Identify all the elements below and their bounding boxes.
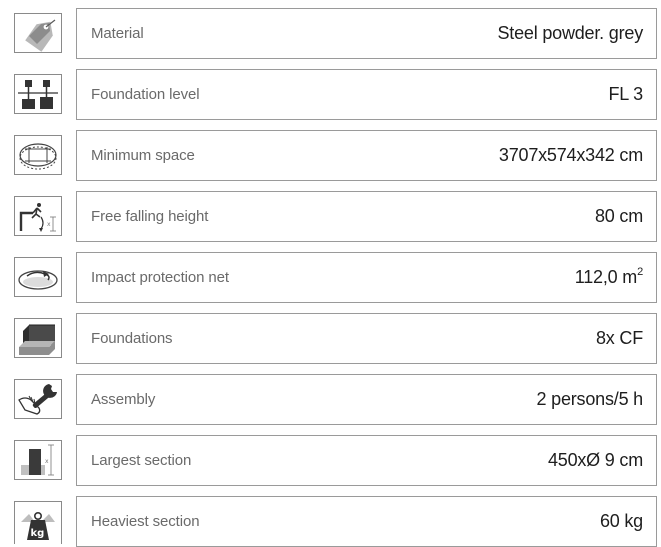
spec-row-impact-protection-net: Impact protection net 112,0 m2 (0, 252, 661, 303)
largest-section-icon: x (14, 440, 62, 480)
svg-text:kg: kg (31, 528, 45, 539)
spec-row-free-falling-height: x Free falling height 80 cm (0, 191, 661, 242)
spec-row-assembly: Assembly 2 persons/5 h (0, 374, 661, 425)
minimum-space-icon (14, 135, 62, 175)
spec-row-material: Material Steel powder. grey (0, 8, 661, 59)
impact-net-icon (14, 257, 62, 297)
spec-label: Minimum space (91, 147, 195, 164)
kg-weight-icon: kg (14, 501, 62, 544)
spec-value-box: Largest section 450xØ 9 cm (76, 435, 657, 486)
spec-value: 450xØ 9 cm (547, 450, 643, 470)
spec-value-box: Impact protection net 112,0 m2 (76, 252, 657, 303)
spec-label: Foundations (91, 330, 173, 347)
falling-height-icon: x (14, 196, 62, 236)
spec-value-box: Heaviest section 60 kg (76, 496, 657, 547)
spec-value-box: Assembly 2 persons/5 h (76, 374, 657, 425)
spec-value-box: Minimum space 3707x574x342 cm (76, 130, 657, 181)
spec-value: 8x CF (595, 328, 643, 348)
spec-label: Impact protection net (91, 269, 229, 286)
spec-row-heaviest-section: kg Heaviest section 60 kg (0, 496, 661, 547)
spec-row-minimum-space: Minimum space 3707x574x342 cm (0, 130, 661, 181)
spec-label: Largest section (91, 452, 192, 469)
foundation-level-icon (14, 74, 62, 114)
foundation-block-icon (14, 318, 62, 358)
spec-value: 112,0 m2 (574, 266, 643, 288)
spec-label: Free falling height (91, 208, 209, 225)
spec-row-largest-section: x Largest section 450xØ 9 cm (0, 435, 661, 486)
spec-value: 3707x574x342 cm (498, 145, 643, 165)
svg-text:x: x (47, 221, 51, 228)
spec-row-foundation-level: Foundation level FL 3 (0, 69, 661, 120)
spec-value-box: Material Steel powder. grey (76, 8, 657, 59)
spec-label: Material (91, 25, 144, 42)
assembly-wrench-icon (14, 379, 62, 419)
spec-label: Foundation level (91, 86, 200, 103)
spec-value-box: Foundation level FL 3 (76, 69, 657, 120)
spec-value: Steel powder. grey (497, 23, 644, 43)
svg-text:x: x (45, 458, 49, 465)
spec-value: 2 persons/5 h (536, 389, 644, 409)
spec-value: FL 3 (608, 84, 643, 104)
unit-superscript: 2 (637, 266, 643, 278)
spec-value-box: Free falling height 80 cm (76, 191, 657, 242)
price-tag-icon (14, 13, 62, 53)
spec-value: 80 cm (594, 206, 643, 226)
spec-row-foundations: Foundations 8x CF (0, 313, 661, 364)
spec-value-box: Foundations 8x CF (76, 313, 657, 364)
spec-label: Assembly (91, 391, 156, 408)
